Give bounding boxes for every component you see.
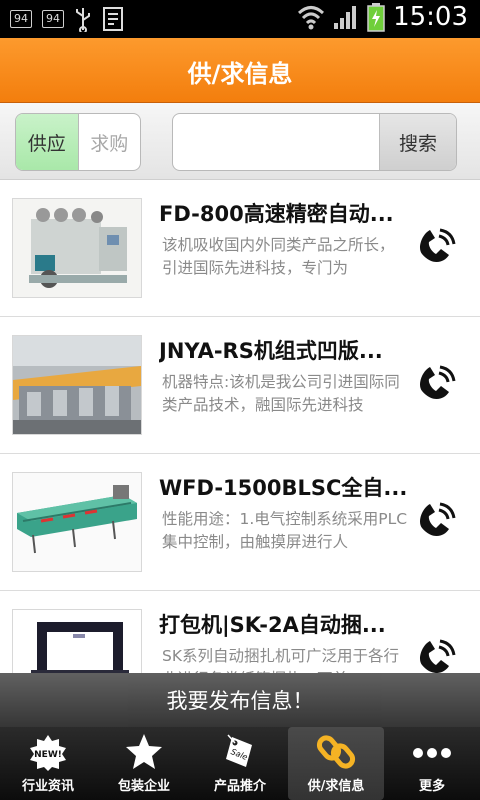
nav-label: 更多 bbox=[418, 779, 445, 794]
nav-label: 供/求信息 bbox=[307, 779, 365, 794]
nav-product-promo[interactable]: Sale 产品推介 bbox=[192, 727, 288, 800]
nav-supply-demand[interactable]: 供/求信息 bbox=[288, 727, 384, 800]
item-description: 该机吸收国内外同类产品之所长，引进国际先进科技，专门为 bbox=[162, 236, 395, 277]
item-title: WFD-1500BLSC全自... bbox=[159, 476, 408, 500]
item-title: 打包机|SK-2A自动捆... bbox=[159, 613, 386, 637]
tab-supply[interactable]: 供应 bbox=[16, 114, 79, 170]
status-time: 15:03 bbox=[393, 2, 468, 32]
more-dots-icon bbox=[413, 748, 451, 758]
nav-label: 行业资讯 bbox=[21, 779, 74, 794]
search-input[interactable] bbox=[173, 114, 393, 170]
product-list: FD-800高速精密自动... 该机吸收国内外同类产品之所长，引进国际先进科技，… bbox=[0, 180, 480, 673]
sale-tag-icon: Sale bbox=[226, 734, 252, 767]
item-description: 性能用途：1.电气控制系统采用PLC集中控制，由触摸屏进行人 bbox=[162, 510, 408, 551]
item-title: JNYA-RS机组式凹版... bbox=[159, 339, 383, 363]
phone-call-icon[interactable] bbox=[414, 498, 460, 544]
nav-industry-news[interactable]: NEW! 行业资讯 bbox=[0, 727, 96, 800]
search-box: 搜索 bbox=[172, 113, 457, 171]
list-item[interactable]: WFD-1500BLSC全自... 性能用途：1.电气控制系统采用PLC集中控制… bbox=[0, 454, 480, 591]
search-button[interactable]: 搜索 bbox=[379, 114, 456, 170]
item-description: SK系列自动捆扎机可广泛用于各行业进行各类纸箱捆扎，可单 bbox=[162, 647, 400, 673]
item-description: 机器特点:该机是我公司引进国际同类产品技术，融国际先进科技 bbox=[162, 373, 400, 414]
notification-badge: 94 bbox=[42, 10, 64, 28]
publish-info-label: 我要发布信息！ bbox=[166, 689, 314, 713]
header-bar: 供/求信息 bbox=[0, 38, 480, 103]
status-bar: 94 94 15:03 bbox=[0, 0, 480, 38]
product-thumbnail bbox=[12, 609, 142, 673]
nav-label: 产品推介 bbox=[213, 779, 266, 794]
page-title: 供/求信息 bbox=[187, 60, 293, 88]
nav-label: 包装企业 bbox=[117, 779, 170, 794]
list-item[interactable]: JNYA-RS机组式凹版... 机器特点:该机是我公司引进国际同类产品技术，融国… bbox=[0, 317, 480, 454]
product-thumbnail bbox=[12, 198, 142, 298]
bottom-nav: NEW! 行业资讯 包装企业 Sale 产品推介 供/求信息 更多 bbox=[0, 727, 480, 800]
search-row: 供应 求购 搜索 bbox=[0, 103, 480, 180]
dictionary-icon bbox=[103, 7, 123, 31]
nav-packaging-companies[interactable]: 包装企业 bbox=[96, 727, 192, 800]
svg-text:NEW!: NEW! bbox=[34, 750, 62, 760]
item-title: FD-800高速精密自动... bbox=[159, 202, 394, 226]
star-icon bbox=[126, 734, 162, 769]
list-item[interactable]: FD-800高速精密自动... 该机吸收国内外同类产品之所长，引进国际先进科技，… bbox=[0, 180, 480, 317]
publish-info-button[interactable]: 我要发布信息！ bbox=[0, 673, 480, 727]
wifi-icon bbox=[298, 6, 325, 30]
notification-badge: 94 bbox=[10, 10, 32, 28]
battery-icon bbox=[367, 3, 385, 32]
list-item[interactable]: 打包机|SK-2A自动捆... SK系列自动捆扎机可广泛用于各行业进行各类纸箱捆… bbox=[0, 591, 480, 673]
chain-link-icon bbox=[316, 735, 356, 769]
phone-call-icon[interactable] bbox=[414, 361, 460, 407]
phone-call-icon[interactable] bbox=[414, 224, 460, 270]
phone-call-icon[interactable] bbox=[414, 635, 460, 673]
nav-more[interactable]: 更多 bbox=[384, 727, 480, 800]
status-notifications: 94 94 bbox=[10, 6, 124, 32]
usb-icon bbox=[76, 8, 90, 32]
product-thumbnail bbox=[12, 335, 142, 435]
new-badge-icon: NEW! bbox=[30, 735, 66, 771]
status-system: 15:03 bbox=[297, 2, 468, 32]
signal-icon bbox=[334, 6, 357, 29]
product-thumbnail bbox=[12, 472, 142, 572]
tab-demand[interactable]: 求购 bbox=[79, 114, 141, 170]
supply-demand-toggle: 供应 求购 bbox=[15, 113, 141, 171]
